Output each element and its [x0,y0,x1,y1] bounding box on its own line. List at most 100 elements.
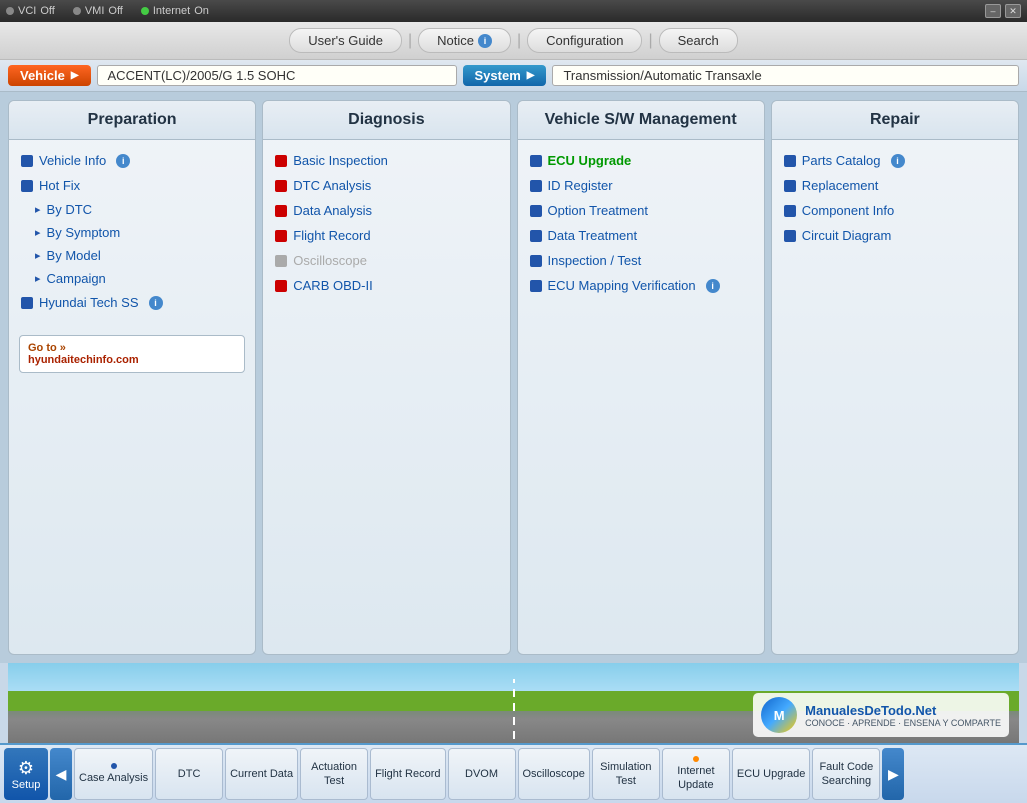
dvom-label: DVOM [465,767,498,781]
inspection-test-icon [530,255,542,267]
id-register-label: ID Register [548,178,613,193]
by-model-item[interactable]: ▸ By Model [19,244,245,267]
taskbar-left-arrow[interactable]: ◀ [50,748,72,800]
component-info-item[interactable]: Component Info [782,198,1008,223]
dtc-analysis-label: DTC Analysis [293,178,371,193]
inspection-test-item[interactable]: Inspection / Test [528,248,754,273]
setup-icon: ⚙ [18,758,34,779]
data-analysis-icon [275,205,287,217]
notice-button[interactable]: Notice i [418,28,511,53]
flight-record-item[interactable]: Flight Record [273,223,499,248]
internet-update-label: InternetUpdate [677,764,714,793]
id-register-item[interactable]: ID Register [528,173,754,198]
carb-obd-label: CARB OBD-II [293,278,372,293]
parts-catalog-icon [784,155,796,167]
taskbar: ⚙ Setup ◀ Case Analysis DTC Current Data… [0,743,1027,803]
tab-fault-code-searching[interactable]: Fault CodeSearching [812,748,880,800]
minimize-button[interactable]: – [985,4,1001,18]
data-treatment-item[interactable]: Data Treatment [528,223,754,248]
tab-dtc[interactable]: DTC [155,748,223,800]
hot-fix-item[interactable]: Hot Fix [19,173,245,198]
hyundai-tech-ss-item[interactable]: Hyundai Tech SS i [19,290,245,315]
system-arrow: ▶ [527,70,535,81]
replacement-label: Replacement [802,178,879,193]
parts-catalog-info-icon: i [891,154,905,168]
nav-divider-3: | [648,32,652,50]
search-button[interactable]: Search [659,28,738,53]
dtc-analysis-item[interactable]: DTC Analysis [273,173,499,198]
main-content: Preparation Vehicle Info i Hot Fix ▸ By … [0,92,1027,663]
diagnosis-panel: Diagnosis Basic Inspection DTC Analysis … [262,100,510,655]
system-value-field: Transmission/Automatic Transaxle [552,65,1019,86]
ecu-mapping-label: ECU Mapping Verification [548,278,696,293]
hyundai-url: hyundaitechinfo.com [28,354,236,366]
taskbar-right-arrow[interactable]: ▶ [882,748,904,800]
parts-catalog-item[interactable]: Parts Catalog i [782,148,1008,173]
basic-inspection-item[interactable]: Basic Inspection [273,148,499,173]
case-analysis-label: Case Analysis [79,771,148,785]
internet-status: Internet On [141,5,209,17]
tab-actuation-test[interactable]: ActuationTest [300,748,368,800]
users-guide-button[interactable]: User's Guide [289,28,402,53]
by-model-label: By Model [47,248,101,263]
data-treatment-icon [530,230,542,242]
repair-body: Parts Catalog i Replacement Component In… [772,140,1018,654]
tab-oscilloscope[interactable]: Oscilloscope [518,748,590,800]
by-symptom-item[interactable]: ▸ By Symptom [19,221,245,244]
tab-ecu-upgrade[interactable]: ECU Upgrade [732,748,810,800]
configuration-button[interactable]: Configuration [527,28,642,53]
data-analysis-item[interactable]: Data Analysis [273,198,499,223]
flight-record-label: Flight Record [293,228,370,243]
by-dtc-label: By DTC [47,202,93,217]
tab-dvom[interactable]: DVOM [448,748,516,800]
option-treatment-label: Option Treatment [548,203,648,218]
watermark-text-block: ManualesDeTodo.Net CONOCE · APRENDE · EN… [805,703,1001,728]
system-button[interactable]: System ▶ [463,65,547,86]
preparation-panel: Preparation Vehicle Info i Hot Fix ▸ By … [8,100,256,655]
ecu-upgrade-item[interactable]: ECU Upgrade [528,148,754,173]
circuit-diagram-item[interactable]: Circuit Diagram [782,223,1008,248]
ecu-mapping-info-icon: i [706,279,720,293]
tab-flight-record[interactable]: Flight Record [370,748,445,800]
replacement-item[interactable]: Replacement [782,173,1008,198]
carb-obd-icon [275,280,287,292]
setup-label: Setup [12,779,41,791]
actuation-test-label: ActuationTest [311,760,357,789]
option-treatment-item[interactable]: Option Treatment [528,198,754,223]
tab-current-data[interactable]: Current Data [225,748,298,800]
top-nav: User's Guide | Notice i | Configuration … [0,22,1027,60]
parts-catalog-label: Parts Catalog [802,153,881,168]
id-register-icon [530,180,542,192]
fault-code-label: Fault CodeSearching [819,760,873,789]
watermark-site: ManualesDeTodo.Net [805,703,1001,718]
vmi-status: VMI Off [73,5,123,17]
hyundai-box[interactable]: Go to » hyundaitechinfo.com [19,335,245,373]
ecu-mapping-item[interactable]: ECU Mapping Verification i [528,273,754,298]
nav-divider-2: | [517,32,521,50]
campaign-item[interactable]: ▸ Campaign [19,267,245,290]
tab-case-analysis[interactable]: Case Analysis [74,748,153,800]
vehicle-sw-body: ECU Upgrade ID Register Option Treatment… [518,140,764,654]
tab-internet-update[interactable]: InternetUpdate [662,748,730,800]
tab-simulation-test[interactable]: SimulationTest [592,748,660,800]
by-dtc-item[interactable]: ▸ By DTC [19,198,245,221]
hyundai-tech-ss-icon [21,297,33,309]
vehicle-info-info-icon: i [116,154,130,168]
data-treatment-label: Data Treatment [548,228,638,243]
inspection-test-label: Inspection / Test [548,253,642,268]
vehicle-info-label: Vehicle Info [39,153,106,168]
setup-button[interactable]: ⚙ Setup [4,748,48,800]
carb-obd-item[interactable]: CARB OBD-II [273,273,499,298]
option-treatment-icon [530,205,542,217]
dtc-tab-label: DTC [178,767,201,781]
vehicle-info-icon [21,155,33,167]
internet-update-indicator [693,756,699,762]
vci-value: Off [40,5,54,17]
notice-info-icon: i [478,34,492,48]
vehicle-button[interactable]: Vehicle ▶ [8,65,91,86]
by-dtc-arrow: ▸ [35,203,41,216]
vehicle-info-item[interactable]: Vehicle Info i [19,148,245,173]
close-button[interactable]: ✕ [1005,4,1021,18]
diagnosis-header: Diagnosis [263,101,509,140]
oscilloscope-icon [275,255,287,267]
